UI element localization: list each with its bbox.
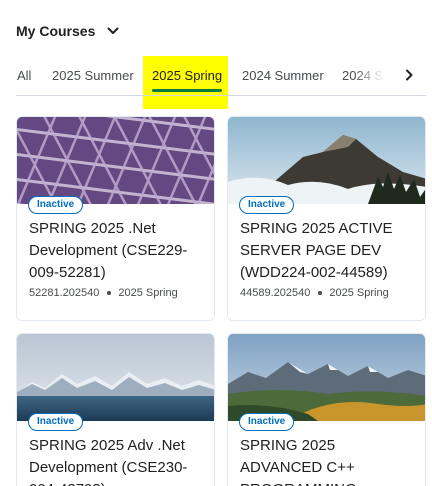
course-code: 44589.202540 <box>240 287 311 299</box>
term-tabs: All 2025 Summer 2025 Spring 2024 Summer … <box>0 56 432 96</box>
course-card[interactable]: Inactive SPRING 2025 Adv .Net Developmen… <box>16 333 215 486</box>
course-title[interactable]: SPRING 2025 .Net Development (CSE229-009… <box>29 218 207 284</box>
tab-label: 2024 Spring <box>342 67 384 83</box>
tab-2024-summer[interactable]: 2024 Summer <box>234 56 332 94</box>
course-card[interactable]: Inactive SPRING 2025 ACTIVE SERVER PAGE … <box>227 116 426 321</box>
course-image-purple-lattice <box>17 117 214 204</box>
status-badge: Inactive <box>239 413 295 431</box>
course-card[interactable]: Inactive SPRING 2025 .Net Development (C… <box>16 116 215 321</box>
tab-label: 2025 Spring <box>152 67 223 83</box>
course-image-mountain-clouds <box>228 117 425 204</box>
status-badge: Inactive <box>28 413 84 431</box>
course-image-autumn-mountains <box>228 334 425 421</box>
course-term: 2025 Spring <box>118 287 178 299</box>
chevron-down-icon[interactable] <box>106 24 120 38</box>
course-title[interactable]: SPRING 2025 Adv .Net Development (CSE230… <box>29 435 207 486</box>
page-title: My Courses <box>16 23 96 39</box>
tab-label: 2025 Summer <box>52 67 134 83</box>
course-meta: 44589.202540 2025 Spring <box>240 287 389 299</box>
status-badge: Inactive <box>239 196 295 214</box>
tab-2025-summer[interactable]: 2025 Summer <box>44 56 142 94</box>
tab-label: All <box>17 67 32 83</box>
tab-2025-spring[interactable]: 2025 Spring <box>144 56 230 94</box>
course-title[interactable]: SPRING 2025 ACTIVE SERVER PAGE DEV (WDD2… <box>240 218 418 284</box>
course-title[interactable]: SPRING 2025 ADVANCED C++ PROGRAMMING <box>240 435 418 486</box>
course-meta: 52281.202540 2025 Spring <box>29 287 178 299</box>
course-term: 2025 Spring <box>329 287 389 299</box>
course-card[interactable]: Inactive SPRING 2025 ADVANCED C++ PROGRA… <box>227 333 426 486</box>
separator-dot <box>107 291 112 295</box>
tabs-divider <box>16 95 426 96</box>
tab-all[interactable]: All <box>10 56 38 94</box>
tab-label: 2024 Summer <box>242 67 324 83</box>
course-image-snowy-sea <box>17 334 214 421</box>
tab-2024-spring[interactable]: 2024 Spring <box>334 56 384 94</box>
my-courses-dropdown[interactable]: My Courses <box>16 20 120 42</box>
tabs-next-button[interactable] <box>398 64 420 86</box>
course-code: 52281.202540 <box>29 287 100 299</box>
chevron-right-icon <box>406 69 413 81</box>
separator-dot <box>318 291 323 295</box>
status-badge: Inactive <box>28 196 84 214</box>
